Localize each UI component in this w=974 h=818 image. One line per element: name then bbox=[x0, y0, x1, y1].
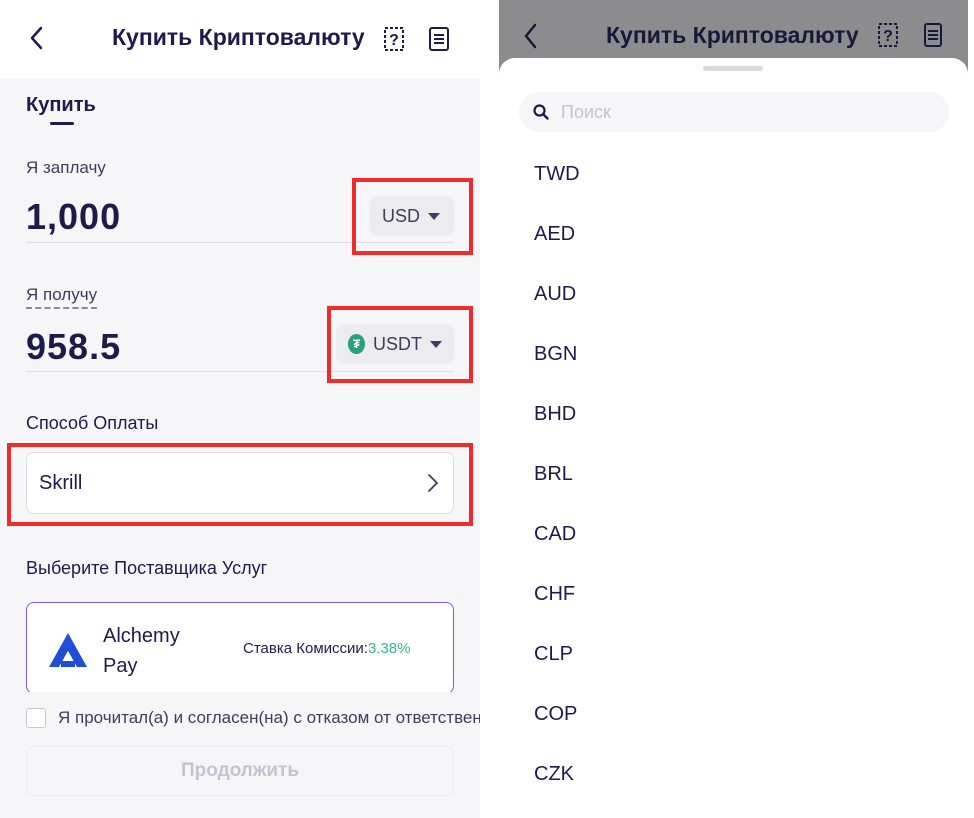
payment-method-label: Способ Оплаты bbox=[26, 413, 159, 433]
card-clip-mask bbox=[0, 692, 480, 702]
chevron-left-icon bbox=[30, 26, 43, 50]
currency-item-bhd[interactable]: BHD bbox=[499, 384, 968, 444]
help-document-icon: ? bbox=[384, 27, 404, 51]
agreement-checkbox[interactable] bbox=[26, 708, 46, 728]
sheet-drag-handle[interactable] bbox=[703, 66, 763, 71]
tether-icon: ₮ bbox=[348, 334, 365, 354]
currency-list: TWD AED AUD BGN BHD BRL CAD CHF CLP COP … bbox=[499, 144, 968, 804]
search-bar bbox=[519, 92, 949, 132]
search-icon bbox=[533, 104, 549, 120]
currency-item-clp[interactable]: CLP bbox=[499, 624, 968, 684]
help-document-icon: ? bbox=[878, 23, 898, 47]
currency-item-cop[interactable]: COP bbox=[499, 684, 968, 744]
divider bbox=[26, 242, 454, 243]
tab-active-indicator bbox=[50, 122, 74, 125]
currency-item-aud[interactable]: AUD bbox=[499, 264, 968, 324]
currency-item-chf[interactable]: CHF bbox=[499, 564, 968, 624]
fee-rate: Ставка Комиссии:3.38% bbox=[243, 640, 411, 657]
search-input[interactable] bbox=[561, 101, 935, 123]
provider-name: Alchemy Pay bbox=[103, 625, 180, 677]
panel-gap bbox=[480, 0, 499, 818]
agreement-text: Я прочитал(а) и согласен(на) с отказом о… bbox=[58, 708, 480, 727]
right-edge-strip bbox=[968, 0, 974, 818]
header-bar: Купить Криптовалюту ? bbox=[0, 0, 480, 78]
continue-button[interactable]: Продолжить bbox=[26, 746, 454, 796]
currency-item-czk[interactable]: CZK bbox=[499, 744, 968, 804]
document-list-icon bbox=[924, 23, 942, 47]
svg-text:?: ? bbox=[883, 28, 893, 45]
currency-item-cad[interactable]: CAD bbox=[499, 504, 968, 564]
currency-item-brl[interactable]: BRL bbox=[499, 444, 968, 504]
pay-label: Я заплачу bbox=[26, 158, 106, 177]
agreement-row: Я прочитал(а) и согласен(на) с отказом о… bbox=[26, 706, 480, 730]
chevron-right-icon bbox=[428, 474, 438, 492]
chevron-left-icon bbox=[524, 23, 537, 49]
screenshot-root: Купить Криптовалюту ? Купить Я заплачу 1… bbox=[0, 0, 974, 818]
receive-label[interactable]: Я получу bbox=[26, 285, 98, 309]
receive-currency-label: USDT bbox=[373, 333, 422, 354]
dimmed-page-title: Купить Криптовалюту bbox=[606, 22, 859, 48]
currency-picker-screen: Купить Криптовалюту ? Поиск TWD AED AUD … bbox=[499, 0, 968, 818]
receive-amount: 958.5 bbox=[26, 326, 122, 367]
back-button[interactable] bbox=[22, 22, 50, 54]
alchemy-pay-logo-icon bbox=[49, 633, 87, 667]
fee-label: Ставка Комиссии: bbox=[243, 640, 368, 657]
page-title: Купить Криптовалюту bbox=[112, 24, 365, 50]
receive-currency-select[interactable]: ₮ USDT bbox=[336, 324, 454, 364]
pay-currency-select[interactable]: USD bbox=[370, 196, 454, 236]
currency-bottom-sheet: TWD AED AUD BGN BHD BRL CAD CHF CLP COP … bbox=[499, 58, 968, 818]
divider bbox=[26, 371, 454, 372]
help-button[interactable]: ? bbox=[381, 26, 407, 52]
currency-item-aed[interactable]: AED bbox=[499, 204, 968, 264]
provider-card-alchemy-pay[interactable]: Alchemy Pay Ставка Комиссии:3.38% bbox=[26, 602, 454, 694]
provider-section-label: Выберите Поставщика Услуг bbox=[26, 558, 268, 578]
svg-text:?: ? bbox=[389, 32, 399, 49]
currency-item-twd[interactable]: TWD bbox=[499, 144, 968, 204]
pay-currency-label: USD bbox=[382, 205, 421, 226]
payment-method-select[interactable]: Skrill bbox=[26, 452, 454, 514]
buy-crypto-screen: Купить Криптовалюту ? Купить Я заплачу 1… bbox=[0, 0, 480, 818]
pay-amount-input[interactable]: 1,000 bbox=[26, 196, 121, 238]
caret-down-icon bbox=[430, 340, 442, 348]
fee-value: 3.38% bbox=[367, 640, 411, 657]
currency-item-bgn[interactable]: BGN bbox=[499, 324, 968, 384]
document-list-icon bbox=[429, 27, 449, 51]
orders-button[interactable] bbox=[428, 26, 450, 52]
payment-method-value: Skrill bbox=[39, 471, 83, 494]
caret-down-icon bbox=[428, 212, 441, 220]
buy-form: Купить Я заплачу 1,000 USD Я получу 958.… bbox=[0, 78, 480, 818]
tab-buy[interactable]: Купить bbox=[26, 94, 96, 117]
